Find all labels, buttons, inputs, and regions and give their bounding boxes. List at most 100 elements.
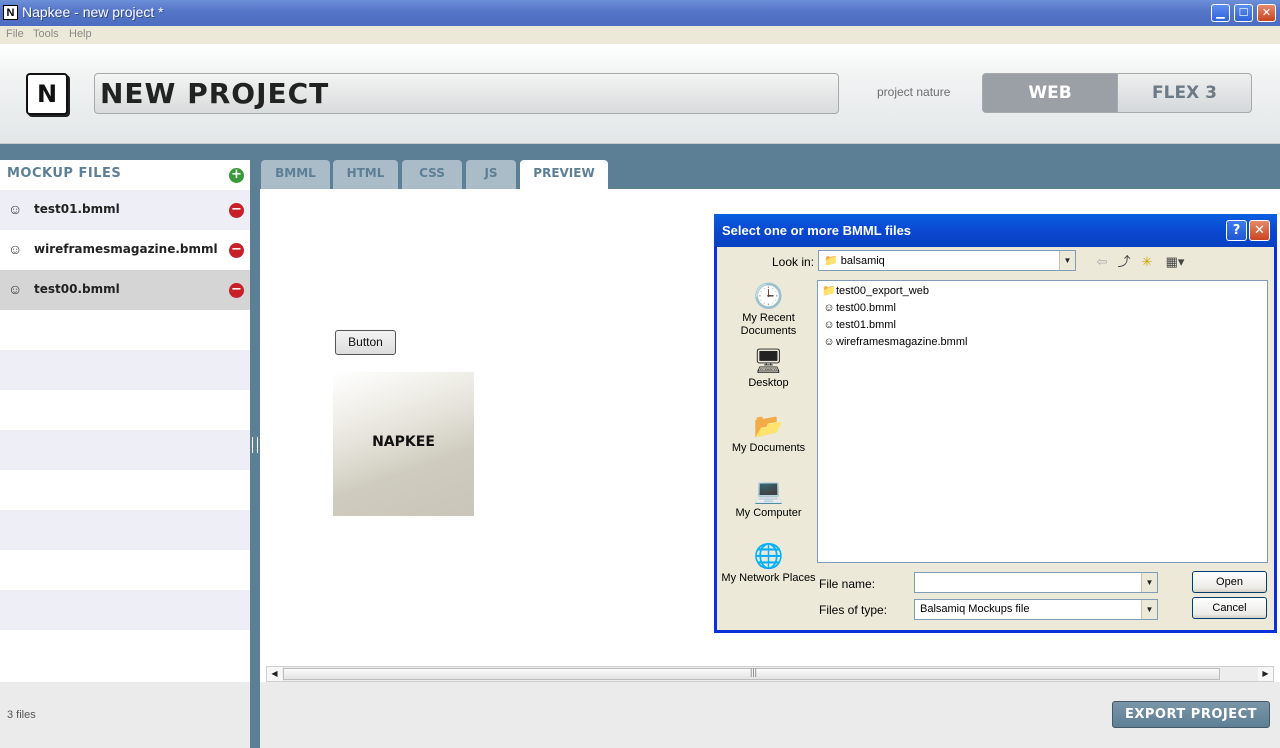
help-icon[interactable]: ? <box>1226 220 1247 241</box>
tab-bmml[interactable]: BMML <box>261 160 330 189</box>
chevron-down-icon[interactable]: ▼ <box>1059 251 1075 270</box>
app-icon: N <box>3 5 18 20</box>
folder-icon: 📁 <box>822 285 836 297</box>
folder-item[interactable]: 📁test00_export_web <box>822 283 929 299</box>
place-my-documents[interactable]: 📂 My Documents <box>717 412 820 455</box>
preview-image-placeholder: NAPKEE <box>333 372 474 516</box>
scroll-thumb[interactable]: ||| <box>283 667 1220 680</box>
maximize-button[interactable]: ☐ <box>1234 4 1253 22</box>
new-folder-icon[interactable]: ✳ <box>1138 254 1156 270</box>
bmml-file-icon: ☺ <box>823 319 835 331</box>
view-menu-icon[interactable]: ▦▾ <box>1162 254 1188 270</box>
empty-row <box>0 430 250 470</box>
export-project-button[interactable]: EXPORT PROJECT <box>1112 701 1270 728</box>
bmml-file-icon: ☺ <box>823 336 835 348</box>
open-button[interactable]: Open <box>1192 571 1267 593</box>
menu-tools[interactable]: Tools <box>33 28 59 40</box>
look-in-label: Look in: <box>772 255 815 269</box>
scroll-left-icon[interactable]: ◀ <box>267 667 282 681</box>
look-in-value: 📁 balsamiq <box>824 255 885 267</box>
menu-bar: File Tools Help <box>0 26 1280 44</box>
project-name-field[interactable]: NEW PROJECT <box>94 73 839 114</box>
dialog-close-icon[interactable]: ✕ <box>1249 220 1270 241</box>
tab-js[interactable]: JS <box>466 160 516 189</box>
nature-flex3-button[interactable]: FLEX 3 <box>1117 73 1252 113</box>
empty-row <box>0 590 250 630</box>
remove-file-icon[interactable]: − <box>229 243 244 258</box>
file-type-value: Balsamiq Mockups file <box>920 603 1030 615</box>
file-item[interactable]: ☺test01.bmml <box>822 317 896 333</box>
file-item[interactable]: ☺wireframesmagazine.bmml <box>822 334 967 350</box>
remove-file-icon[interactable]: − <box>229 203 244 218</box>
look-in-select[interactable]: 📁 balsamiq ▼ <box>818 250 1076 271</box>
list-item[interactable]: ☺ test01.bmml − <box>0 190 250 230</box>
recent-documents-icon: 🕒 <box>753 283 784 310</box>
empty-row <box>0 510 250 550</box>
empty-row <box>0 470 250 510</box>
minimize-button[interactable]: ▁ <box>1211 4 1230 22</box>
tab-html[interactable]: HTML <box>333 160 398 189</box>
add-file-icon[interactable]: + <box>229 168 244 183</box>
tab-css[interactable]: CSS <box>402 160 462 189</box>
empty-row <box>0 550 250 590</box>
nature-web-button[interactable]: WEB <box>982 73 1118 113</box>
place-label: Desktop <box>748 377 789 389</box>
sidebar-footer: 3 files <box>0 682 250 748</box>
place-desktop[interactable]: 🖥 Desktop <box>717 347 820 390</box>
my-computer-icon: 💻 <box>753 478 784 505</box>
place-recent-documents[interactable]: 🕒 My Recent Documents <box>717 282 820 338</box>
file-name: wireframesmagazine.bmml <box>34 242 218 256</box>
preview-button[interactable]: Button <box>335 330 396 355</box>
menu-help[interactable]: Help <box>69 28 92 40</box>
file-name: test01.bmml <box>34 202 120 216</box>
place-my-computer[interactable]: 💻 My Computer <box>717 477 820 520</box>
file-item[interactable]: ☺test00.bmml <box>822 300 896 316</box>
file-type-label: Files of type: <box>819 603 888 617</box>
chevron-down-icon[interactable]: ▼ <box>1141 573 1157 592</box>
close-window-button[interactable]: ✕ <box>1257 4 1276 22</box>
chevron-down-icon[interactable]: ▼ <box>1141 600 1157 619</box>
preview-image-label: NAPKEE <box>372 434 435 450</box>
code-tabs: BMML HTML CSS JS PREVIEW <box>260 160 1280 189</box>
item-name: test00.bmml <box>836 302 896 314</box>
sidebar-title: MOCKUP FILES <box>7 166 122 181</box>
file-name-input[interactable]: ▼ <box>914 572 1158 593</box>
up-folder-icon[interactable]: ⤴ <box>1115 254 1133 270</box>
horizontal-scrollbar[interactable]: ◀ ||| ▶ <box>266 666 1274 682</box>
bmml-file-icon: ☺ <box>823 302 835 314</box>
file-browser-list: 📁test00_export_web ☺test00.bmml ☺test01.… <box>817 280 1268 563</box>
dialog-title-bar: Select one or more BMML files ? ✕ <box>714 214 1277 247</box>
cancel-button[interactable]: Cancel <box>1192 597 1267 619</box>
sidebar-header: MOCKUP FILES + <box>0 160 250 190</box>
smiley-file-icon: ☺ <box>8 241 23 257</box>
place-network[interactable]: 🌐 My Network Places <box>717 542 820 585</box>
smiley-file-icon: ☺ <box>8 201 23 217</box>
panel-splitter[interactable] <box>250 160 260 748</box>
mockup-files-sidebar: MOCKUP FILES + ☺ test01.bmml − ☺ wirefra… <box>0 160 250 748</box>
network-places-icon: 🌐 <box>753 543 784 570</box>
empty-row <box>0 310 250 350</box>
my-documents-icon: 📂 <box>753 413 784 440</box>
file-type-select[interactable]: Balsamiq Mockups file ▼ <box>914 599 1158 620</box>
place-label: My Network Places <box>721 572 816 584</box>
list-item-selected[interactable]: ☺ test00.bmml − <box>0 270 250 310</box>
desktop-icon: 🖥 <box>753 348 784 375</box>
item-name: test00_export_web <box>836 285 929 297</box>
scroll-right-icon[interactable]: ▶ <box>1258 667 1273 681</box>
tab-preview[interactable]: PREVIEW <box>520 160 608 189</box>
project-name-value: NEW PROJECT <box>100 77 330 110</box>
item-name: test01.bmml <box>836 319 896 331</box>
thumb-grip-icon: ||| <box>750 667 758 677</box>
back-icon[interactable]: ⇦ <box>1093 254 1111 270</box>
remove-file-icon[interactable]: − <box>229 283 244 298</box>
file-name-label: File name: <box>819 577 876 591</box>
place-label: My Computer <box>735 507 802 519</box>
empty-row <box>0 390 250 430</box>
file-name: test00.bmml <box>34 282 120 296</box>
window-title: Napkee - new project * <box>22 4 164 20</box>
bottom-bar: EXPORT PROJECT <box>260 682 1280 748</box>
project-header: N NEW PROJECT project nature WEB FLEX 3 <box>0 44 1280 144</box>
menu-file[interactable]: File <box>6 28 24 40</box>
list-item[interactable]: ☺ wireframesmagazine.bmml − <box>0 230 250 270</box>
place-label: My Recent Documents <box>740 312 797 337</box>
